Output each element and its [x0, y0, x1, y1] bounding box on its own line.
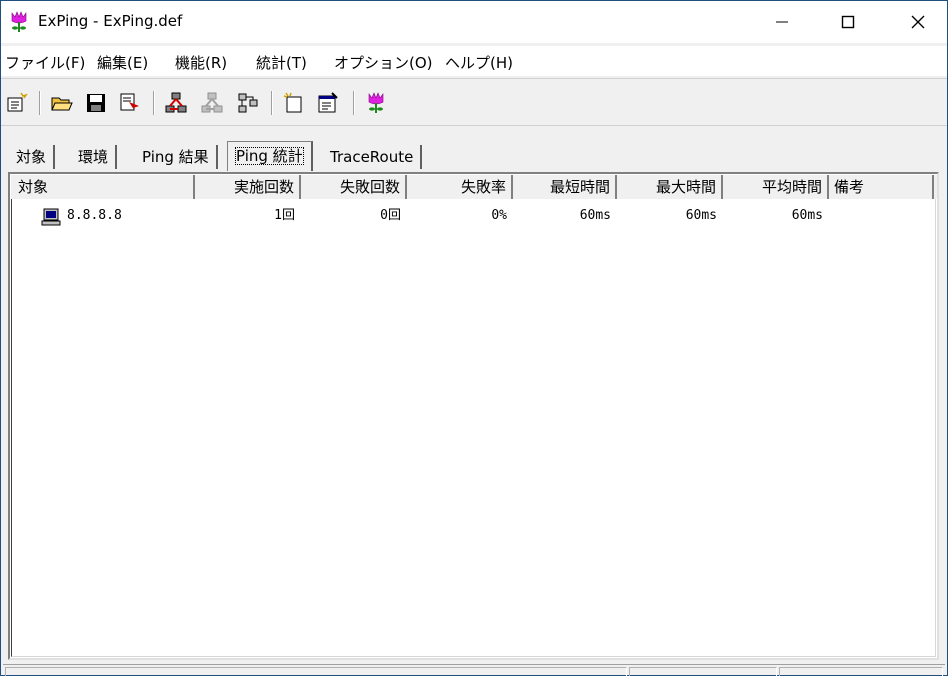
open-folder-icon[interactable]: [51, 92, 73, 114]
menu-file[interactable]: ファイル(F): [5, 52, 85, 73]
toolbar-separator: [271, 91, 273, 115]
tab-traceroute[interactable]: TraceRoute: [323, 145, 423, 169]
statistics-table[interactable]: 対象 実施回数 失敗回数 失敗率 最短時間 最大時間 平均時間 備考 8.8.8…: [8, 172, 939, 660]
cell-target: 8.8.8.8: [67, 208, 122, 223]
cell-max-time: 60ms: [685, 208, 717, 223]
minimize-button[interactable]: [759, 1, 805, 43]
run-ping-icon[interactable]: [165, 92, 187, 114]
tab-label: Ping 統計: [235, 147, 304, 165]
minimize-icon: [776, 21, 788, 23]
close-icon: [911, 15, 925, 29]
column-header-attempts[interactable]: 実施回数: [195, 175, 301, 199]
column-header-avg-time[interactable]: 平均時間: [723, 175, 829, 199]
cell-failures: 0回: [380, 208, 401, 223]
toolbar-separator: [153, 91, 155, 115]
table-header: 対象 実施回数 失敗回数 失敗率 最短時間 最大時間 平均時間 備考: [11, 175, 937, 199]
menu-edit[interactable]: 編集(E): [97, 52, 148, 73]
column-header-failure-rate[interactable]: 失敗率: [407, 175, 513, 199]
cell-min-time: 60ms: [579, 208, 611, 223]
column-header-min-time[interactable]: 最短時間: [513, 175, 617, 199]
tab-target[interactable]: 対象: [9, 145, 56, 169]
tab-ping-statistics[interactable]: Ping 統計: [227, 141, 313, 171]
status-pane-main: [5, 667, 627, 676]
column-header-target[interactable]: 対象: [13, 175, 195, 199]
toolbar: [1, 83, 947, 123]
column-header-max-time[interactable]: 最大時間: [617, 175, 723, 199]
properties-icon[interactable]: [317, 92, 339, 114]
tab-label: 対象: [16, 148, 47, 166]
status-bar: [3, 664, 945, 676]
tab-label: Ping 結果: [142, 148, 209, 166]
new-file-icon[interactable]: [283, 92, 305, 114]
cell-note: [829, 204, 934, 228]
menu-divider: [1, 78, 947, 79]
toolbar-separator: [353, 91, 355, 115]
menu-options[interactable]: オプション(O): [334, 52, 433, 73]
toolbar-separator: [39, 91, 41, 115]
table-frame: [11, 175, 936, 657]
column-header-failures[interactable]: 失敗回数: [301, 175, 407, 199]
tab-environment[interactable]: 環境: [71, 145, 118, 169]
window-title: ExPing - ExPing.def: [38, 12, 183, 30]
column-header-note[interactable]: 備考: [829, 175, 934, 199]
menu-help[interactable]: ヘルプ(H): [445, 52, 513, 73]
status-pane-tertiary: [779, 667, 943, 676]
save-icon[interactable]: [85, 92, 107, 114]
maximize-button[interactable]: [825, 1, 871, 43]
app-window: ExPing - ExPing.def ファイル(F) 編集(E) 機能(R) …: [0, 0, 948, 676]
toolbar-divider: [1, 125, 947, 126]
cell-avg-time: 60ms: [791, 208, 823, 223]
tab-label: 環境: [78, 148, 109, 166]
cell-failure-rate: 0%: [491, 208, 507, 223]
menu-statistics[interactable]: 統計(T): [256, 52, 307, 73]
menu-bar: ファイル(F) 編集(E) 機能(R) 統計(T) オプション(O) ヘルプ(H…: [1, 46, 947, 76]
traceroute-icon[interactable]: [237, 92, 259, 114]
maximize-icon: [841, 15, 855, 29]
tulip-app-icon: [11, 11, 27, 32]
new-target-icon[interactable]: [6, 92, 28, 114]
close-button[interactable]: [895, 1, 941, 43]
table-row[interactable]: 8.8.8.8 1回 0回 0% 60ms 60ms 60ms: [11, 204, 937, 228]
tab-ping-results[interactable]: Ping 結果: [135, 145, 218, 169]
stop-ping-icon[interactable]: [201, 92, 223, 114]
save-as-icon[interactable]: [119, 92, 141, 114]
title-bar[interactable]: ExPing - ExPing.def: [1, 1, 947, 43]
menu-function[interactable]: 機能(R): [175, 52, 227, 73]
status-pane-secondary: [629, 667, 777, 676]
cell-attempts: 1回: [274, 208, 295, 223]
about-icon[interactable]: [365, 92, 387, 114]
tab-strip: 対象 環境 Ping 結果 Ping 統計 TraceRoute: [1, 141, 947, 171]
computer-icon: [41, 208, 61, 226]
tab-label: TraceRoute: [330, 148, 414, 166]
